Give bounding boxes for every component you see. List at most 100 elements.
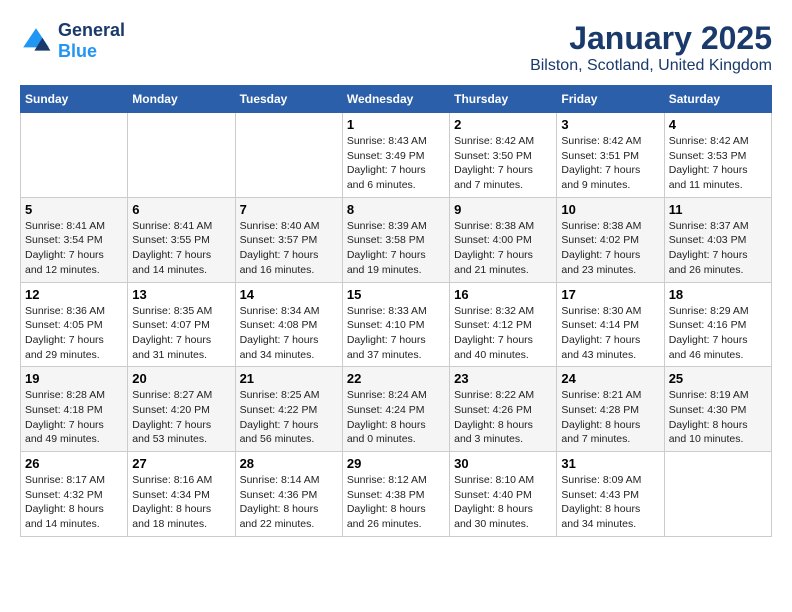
- table-row: 20 Sunrise: 8:27 AMSunset: 4:20 PMDaylig…: [128, 367, 235, 452]
- day-number: 26: [25, 456, 123, 471]
- day-info: Sunrise: 8:35 AMSunset: 4:07 PMDaylight:…: [132, 305, 212, 361]
- day-info: Sunrise: 8:40 AMSunset: 3:57 PMDaylight:…: [240, 220, 320, 276]
- day-number: 14: [240, 287, 338, 302]
- table-row: 26 Sunrise: 8:17 AMSunset: 4:32 PMDaylig…: [21, 452, 128, 537]
- day-info: Sunrise: 8:42 AMSunset: 3:53 PMDaylight:…: [669, 135, 749, 191]
- table-row: 27 Sunrise: 8:16 AMSunset: 4:34 PMDaylig…: [128, 452, 235, 537]
- day-info: Sunrise: 8:32 AMSunset: 4:12 PMDaylight:…: [454, 305, 534, 361]
- day-info: Sunrise: 8:19 AMSunset: 4:30 PMDaylight:…: [669, 389, 749, 445]
- table-row: 10 Sunrise: 8:38 AMSunset: 4:02 PMDaylig…: [557, 197, 664, 282]
- day-number: 3: [561, 117, 659, 132]
- day-number: 6: [132, 202, 230, 217]
- table-row: 17 Sunrise: 8:30 AMSunset: 4:14 PMDaylig…: [557, 282, 664, 367]
- table-row: 3 Sunrise: 8:42 AMSunset: 3:51 PMDayligh…: [557, 113, 664, 198]
- day-info: Sunrise: 8:24 AMSunset: 4:24 PMDaylight:…: [347, 389, 427, 445]
- table-row: 7 Sunrise: 8:40 AMSunset: 3:57 PMDayligh…: [235, 197, 342, 282]
- calendar-week-row: 26 Sunrise: 8:17 AMSunset: 4:32 PMDaylig…: [21, 452, 772, 537]
- day-number: 10: [561, 202, 659, 217]
- day-number: 29: [347, 456, 445, 471]
- table-row: 19 Sunrise: 8:28 AMSunset: 4:18 PMDaylig…: [21, 367, 128, 452]
- table-row: [21, 113, 128, 198]
- table-row: [128, 113, 235, 198]
- day-number: 22: [347, 371, 445, 386]
- day-number: 13: [132, 287, 230, 302]
- table-row: 8 Sunrise: 8:39 AMSunset: 3:58 PMDayligh…: [342, 197, 449, 282]
- day-info: Sunrise: 8:34 AMSunset: 4:08 PMDaylight:…: [240, 305, 320, 361]
- table-row: 29 Sunrise: 8:12 AMSunset: 4:38 PMDaylig…: [342, 452, 449, 537]
- day-number: 27: [132, 456, 230, 471]
- day-number: 31: [561, 456, 659, 471]
- col-saturday: Saturday: [664, 86, 771, 113]
- calendar-week-row: 1 Sunrise: 8:43 AMSunset: 3:49 PMDayligh…: [21, 113, 772, 198]
- table-row: [664, 452, 771, 537]
- day-info: Sunrise: 8:33 AMSunset: 4:10 PMDaylight:…: [347, 305, 427, 361]
- title-area: January 2025 Bilston, Scotland, United K…: [530, 20, 772, 75]
- table-row: 6 Sunrise: 8:41 AMSunset: 3:55 PMDayligh…: [128, 197, 235, 282]
- table-row: 21 Sunrise: 8:25 AMSunset: 4:22 PMDaylig…: [235, 367, 342, 452]
- header: General Blue January 2025 Bilston, Scotl…: [20, 20, 772, 75]
- day-info: Sunrise: 8:43 AMSunset: 3:49 PMDaylight:…: [347, 135, 427, 191]
- col-wednesday: Wednesday: [342, 86, 449, 113]
- day-info: Sunrise: 8:12 AMSunset: 4:38 PMDaylight:…: [347, 474, 427, 530]
- day-number: 9: [454, 202, 552, 217]
- day-info: Sunrise: 8:41 AMSunset: 3:55 PMDaylight:…: [132, 220, 212, 276]
- day-info: Sunrise: 8:37 AMSunset: 4:03 PMDaylight:…: [669, 220, 749, 276]
- col-monday: Monday: [128, 86, 235, 113]
- table-row: 12 Sunrise: 8:36 AMSunset: 4:05 PMDaylig…: [21, 282, 128, 367]
- table-row: 18 Sunrise: 8:29 AMSunset: 4:16 PMDaylig…: [664, 282, 771, 367]
- table-row: 24 Sunrise: 8:21 AMSunset: 4:28 PMDaylig…: [557, 367, 664, 452]
- logo-icon: [20, 25, 52, 57]
- day-number: 15: [347, 287, 445, 302]
- col-friday: Friday: [557, 86, 664, 113]
- logo-general: General: [58, 20, 125, 40]
- calendar: Sunday Monday Tuesday Wednesday Thursday…: [20, 85, 772, 537]
- table-row: 30 Sunrise: 8:10 AMSunset: 4:40 PMDaylig…: [450, 452, 557, 537]
- day-info: Sunrise: 8:41 AMSunset: 3:54 PMDaylight:…: [25, 220, 105, 276]
- table-row: 5 Sunrise: 8:41 AMSunset: 3:54 PMDayligh…: [21, 197, 128, 282]
- table-row: 23 Sunrise: 8:22 AMSunset: 4:26 PMDaylig…: [450, 367, 557, 452]
- day-number: 8: [347, 202, 445, 217]
- day-number: 20: [132, 371, 230, 386]
- day-number: 25: [669, 371, 767, 386]
- day-info: Sunrise: 8:21 AMSunset: 4:28 PMDaylight:…: [561, 389, 641, 445]
- day-info: Sunrise: 8:22 AMSunset: 4:26 PMDaylight:…: [454, 389, 534, 445]
- day-number: 21: [240, 371, 338, 386]
- col-thursday: Thursday: [450, 86, 557, 113]
- day-number: 1: [347, 117, 445, 132]
- day-number: 12: [25, 287, 123, 302]
- logo-blue: Blue: [58, 41, 97, 61]
- logo: General Blue: [20, 20, 125, 62]
- table-row: 1 Sunrise: 8:43 AMSunset: 3:49 PMDayligh…: [342, 113, 449, 198]
- day-info: Sunrise: 8:10 AMSunset: 4:40 PMDaylight:…: [454, 474, 534, 530]
- day-info: Sunrise: 8:29 AMSunset: 4:16 PMDaylight:…: [669, 305, 749, 361]
- table-row: 22 Sunrise: 8:24 AMSunset: 4:24 PMDaylig…: [342, 367, 449, 452]
- day-number: 2: [454, 117, 552, 132]
- day-info: Sunrise: 8:38 AMSunset: 4:02 PMDaylight:…: [561, 220, 641, 276]
- day-info: Sunrise: 8:42 AMSunset: 3:51 PMDaylight:…: [561, 135, 641, 191]
- day-info: Sunrise: 8:27 AMSunset: 4:20 PMDaylight:…: [132, 389, 212, 445]
- table-row: 2 Sunrise: 8:42 AMSunset: 3:50 PMDayligh…: [450, 113, 557, 198]
- table-row: 4 Sunrise: 8:42 AMSunset: 3:53 PMDayligh…: [664, 113, 771, 198]
- table-row: 11 Sunrise: 8:37 AMSunset: 4:03 PMDaylig…: [664, 197, 771, 282]
- day-info: Sunrise: 8:36 AMSunset: 4:05 PMDaylight:…: [25, 305, 105, 361]
- calendar-week-row: 5 Sunrise: 8:41 AMSunset: 3:54 PMDayligh…: [21, 197, 772, 282]
- day-number: 11: [669, 202, 767, 217]
- col-sunday: Sunday: [21, 86, 128, 113]
- day-info: Sunrise: 8:28 AMSunset: 4:18 PMDaylight:…: [25, 389, 105, 445]
- table-row: 25 Sunrise: 8:19 AMSunset: 4:30 PMDaylig…: [664, 367, 771, 452]
- table-row: 16 Sunrise: 8:32 AMSunset: 4:12 PMDaylig…: [450, 282, 557, 367]
- calendar-week-row: 12 Sunrise: 8:36 AMSunset: 4:05 PMDaylig…: [21, 282, 772, 367]
- table-row: 15 Sunrise: 8:33 AMSunset: 4:10 PMDaylig…: [342, 282, 449, 367]
- day-info: Sunrise: 8:16 AMSunset: 4:34 PMDaylight:…: [132, 474, 212, 530]
- day-number: 23: [454, 371, 552, 386]
- day-number: 30: [454, 456, 552, 471]
- logo-text: General Blue: [58, 20, 125, 62]
- day-info: Sunrise: 8:38 AMSunset: 4:00 PMDaylight:…: [454, 220, 534, 276]
- day-info: Sunrise: 8:14 AMSunset: 4:36 PMDaylight:…: [240, 474, 320, 530]
- day-number: 28: [240, 456, 338, 471]
- day-number: 24: [561, 371, 659, 386]
- month-title: January 2025: [530, 20, 772, 57]
- col-tuesday: Tuesday: [235, 86, 342, 113]
- table-row: 14 Sunrise: 8:34 AMSunset: 4:08 PMDaylig…: [235, 282, 342, 367]
- table-row: [235, 113, 342, 198]
